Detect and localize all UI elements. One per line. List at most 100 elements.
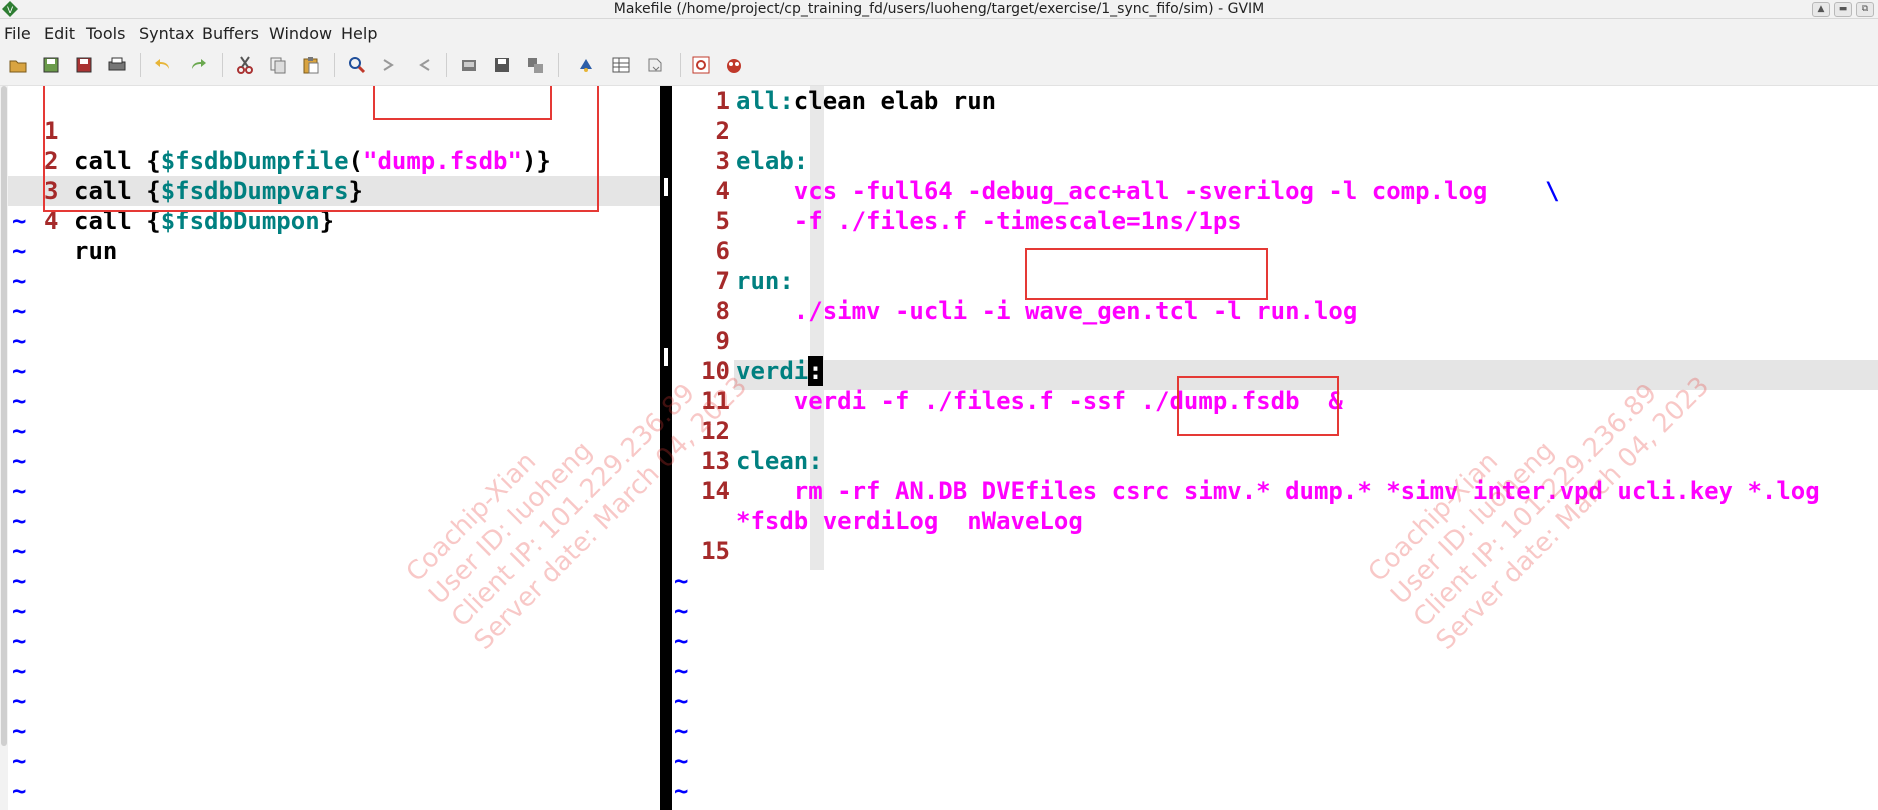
- paste-icon[interactable]: [301, 55, 321, 75]
- make-icon[interactable]: [576, 55, 596, 75]
- help-icon[interactable]: [691, 55, 711, 75]
- menu-buffers[interactable]: Buffers: [202, 24, 259, 43]
- split-bar-gap: [664, 178, 668, 196]
- code-line: 5 -f ./files.f -timescale=1ns/1ps: [672, 206, 1878, 236]
- code-token: run:: [736, 267, 794, 295]
- menu-tools[interactable]: Tools: [86, 24, 125, 43]
- line-text: all:clean elab run: [736, 86, 996, 116]
- line-number: 7: [715, 267, 730, 295]
- toolbar-separator: [558, 53, 559, 77]
- line-number: 9: [715, 327, 730, 355]
- find-replace-icon[interactable]: [347, 55, 367, 75]
- cut-icon[interactable]: [235, 55, 255, 75]
- line-text: elab:: [736, 146, 808, 176]
- right-pane-makefile[interactable]: 1 all:clean elab run 2 3 elab: 4 vcs -full64 …: [672, 86, 1878, 810]
- empty-line-tilde: ~: [12, 477, 27, 505]
- line-text: rm -rf AN.DB DVEfiles csrc simv.* dump.*…: [736, 476, 1820, 506]
- window-up-button[interactable]: ▲: [1812, 2, 1830, 17]
- text-cursor[interactable]: :: [808, 356, 823, 386]
- save-session-icon[interactable]: [492, 55, 512, 75]
- code-line: 3 elab:: [672, 146, 1878, 176]
- empty-line-tilde: ~: [12, 327, 27, 355]
- line-text: run: [74, 236, 117, 266]
- code-line: 15: [672, 536, 1878, 566]
- empty-line-tilde: ~: [674, 717, 689, 745]
- run-script-icon[interactable]: [525, 55, 545, 75]
- menu-syntax[interactable]: Syntax: [139, 24, 194, 43]
- print-icon[interactable]: [107, 55, 127, 75]
- menu-edit[interactable]: Edit: [44, 24, 75, 43]
- code-token: *fsdb verdiLog nWaveLog: [736, 507, 1083, 535]
- load-session-icon[interactable]: [459, 55, 479, 75]
- line-number: 3: [715, 147, 730, 175]
- empty-line-tilde: ~: [12, 627, 27, 655]
- code-line: 9: [672, 326, 1878, 356]
- window-restore-button[interactable]: ⧉: [1856, 2, 1874, 17]
- code-line: 7 run:: [672, 266, 1878, 296]
- empty-line-tilde: ~: [12, 417, 27, 445]
- line-number: 2: [715, 117, 730, 145]
- left-pane-scrollbar[interactable]: [0, 86, 8, 810]
- empty-line-tilde: ~: [674, 777, 689, 805]
- redo-icon[interactable]: [188, 55, 208, 75]
- empty-line-tilde: ~: [12, 267, 27, 295]
- code-line: *fsdb verdiLog nWaveLog: [672, 506, 1878, 536]
- empty-line-tilde: ~: [12, 657, 27, 685]
- tags-icon[interactable]: [611, 55, 631, 75]
- line-number: 8: [715, 297, 730, 325]
- toolbar: [0, 45, 1878, 86]
- code-token: vcs -full64 -debug_acc+all -sverilog -l …: [736, 177, 1546, 205]
- code-token: clean:: [736, 447, 823, 475]
- line-text: clean:: [736, 446, 823, 476]
- empty-line-tilde: ~: [12, 387, 27, 415]
- empty-line-tilde: ~: [12, 747, 27, 775]
- empty-line-tilde: ~: [12, 537, 27, 565]
- empty-line-tilde: ~: [12, 207, 27, 235]
- code-token: clean elab run: [793, 87, 997, 115]
- save-all-icon[interactable]: [74, 55, 94, 75]
- save-icon[interactable]: [41, 55, 61, 75]
- window-minimize-button[interactable]: ▬: [1834, 2, 1852, 17]
- window-title: Makefile (/home/project/cp_training_fd/u…: [613, 1, 1265, 17]
- title-bar: V Makefile (/home/project/cp_training_fd…: [0, 0, 1878, 19]
- code-token: run: [74, 237, 118, 265]
- code-token: all:: [736, 87, 794, 115]
- empty-line-tilde: ~: [12, 687, 27, 715]
- empty-line-tilde: ~: [674, 567, 689, 595]
- code-line: 13 clean:: [672, 446, 1878, 476]
- code-token: rm -rf AN.DB DVEfiles csrc simv.* dump.*…: [736, 477, 1820, 505]
- undo-icon[interactable]: [153, 55, 173, 75]
- empty-line-tilde: ~: [12, 717, 27, 745]
- empty-line-tilde: ~: [12, 237, 27, 265]
- find-next-icon[interactable]: [380, 55, 400, 75]
- line-number: 6: [715, 237, 730, 265]
- window-controls: ▲ ▬ ⧉: [1812, 2, 1874, 17]
- menu-bar: File Edit Tools Syntax Buffers Window He…: [0, 19, 1878, 45]
- code-line: 8 ./simv -ucli -i wave_gen.tcl -l run.lo…: [672, 296, 1878, 326]
- empty-line-tilde: ~: [12, 297, 27, 325]
- jump-tag-icon[interactable]: [645, 55, 665, 75]
- line-text: vcs -full64 -debug_acc+all -sverilog -l …: [736, 176, 1560, 206]
- empty-line-tilde: ~: [674, 627, 689, 655]
- menu-window[interactable]: Window: [269, 24, 332, 43]
- toolbar-separator: [446, 53, 447, 77]
- empty-line-tilde: ~: [12, 777, 27, 805]
- find-help-icon[interactable]: [724, 55, 744, 75]
- toolbar-separator: [334, 53, 335, 77]
- menu-file[interactable]: File: [4, 24, 31, 43]
- annotation-box-dump-fsdb-verdi: [1177, 376, 1339, 436]
- annotation-box-dump-fsdb: [373, 86, 552, 120]
- code-token: -f ./files.f -timescale=1ns/1ps: [736, 207, 1242, 235]
- toolbar-separator: [680, 53, 681, 77]
- empty-line-tilde: ~: [674, 597, 689, 625]
- empty-line-tilde: ~: [674, 747, 689, 775]
- find-prev-icon[interactable]: [413, 55, 433, 75]
- open-icon[interactable]: [8, 55, 28, 75]
- copy-icon[interactable]: [268, 55, 288, 75]
- scrollbar-thumb[interactable]: [1, 86, 7, 746]
- code-line: 14 rm -rf AN.DB DVEfiles csrc simv.* dum…: [672, 476, 1878, 506]
- toolbar-separator: [140, 53, 141, 77]
- menu-help[interactable]: Help: [341, 24, 377, 43]
- code-line: 4 vcs -full64 -debug_acc+all -sverilog -…: [672, 176, 1878, 206]
- code-token: \: [1545, 177, 1560, 205]
